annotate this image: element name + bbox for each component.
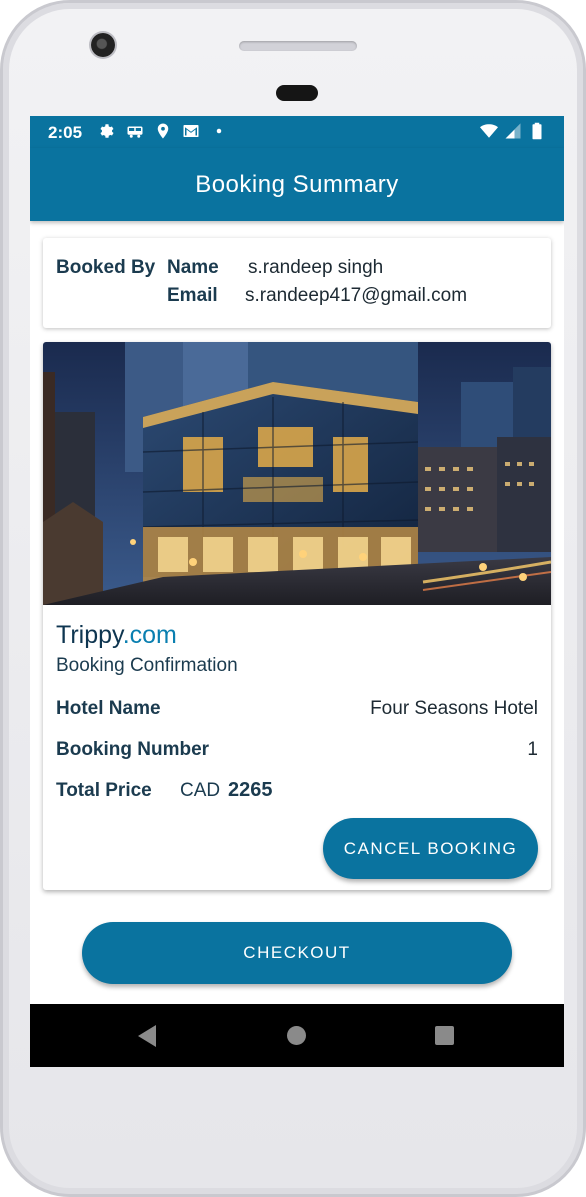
front-camera xyxy=(91,33,115,57)
name-value: s.randeep singh xyxy=(248,257,384,278)
checkout-button[interactable]: CHECKOUT xyxy=(82,922,512,984)
home-icon[interactable] xyxy=(287,1026,306,1045)
booked-by-card: Booked By Name s.randeep singh Email s.r… xyxy=(43,238,551,328)
brand-domain: .com xyxy=(122,621,177,649)
status-time: 2:05 xyxy=(48,123,83,142)
system-icons xyxy=(480,122,546,140)
hotel-name-value: Four Seasons Hotel xyxy=(370,698,538,719)
gmail-icon xyxy=(183,125,199,137)
system-nav-bar xyxy=(30,1004,564,1067)
hotel-name-label: Hotel Name xyxy=(56,698,161,719)
wifi-icon xyxy=(480,124,498,138)
recents-icon[interactable] xyxy=(435,1026,454,1045)
proximity-sensor xyxy=(276,85,318,101)
app-screen: 2:05 Booking Summary Booked By Name s.ra… xyxy=(30,116,564,1067)
hotel-photo xyxy=(43,342,551,605)
app-bar: Booking Summary xyxy=(30,148,564,221)
booking-number-label: Booking Number xyxy=(56,739,210,760)
name-label: Name xyxy=(167,257,219,278)
booking-card: Trippy.com Booking Confirmation Hotel Na… xyxy=(43,342,551,890)
cancel-booking-button[interactable]: CANCEL BOOKING xyxy=(323,818,538,879)
earpiece-speaker xyxy=(239,41,357,51)
currency-label: CAD xyxy=(180,780,221,801)
car-icon xyxy=(127,126,143,138)
back-icon[interactable] xyxy=(138,1025,156,1047)
brand-name: Trippy xyxy=(56,621,123,649)
booking-confirmation-subtitle: Booking Confirmation xyxy=(56,655,238,676)
dot-icon xyxy=(216,128,222,134)
total-price-label: Total Price xyxy=(56,780,152,801)
booked-by-label: Booked By xyxy=(56,257,156,278)
email-value: s.randeep417@gmail.com xyxy=(245,285,468,306)
location-icon xyxy=(157,123,169,139)
settings-icon xyxy=(100,124,114,138)
battery-icon xyxy=(532,122,542,140)
booking-number-value: 1 xyxy=(527,739,538,760)
page-title: Booking Summary xyxy=(195,170,399,198)
total-price-value: 2265 xyxy=(228,779,273,801)
notification-icons xyxy=(98,122,228,140)
email-label: Email xyxy=(167,285,218,306)
brand-logo-text: Trippy.com xyxy=(56,621,177,650)
signal-icon xyxy=(505,123,521,139)
phone-frame: 2:05 Booking Summary Booked By Name s.ra… xyxy=(0,0,586,1197)
status-bar: 2:05 xyxy=(30,116,564,148)
